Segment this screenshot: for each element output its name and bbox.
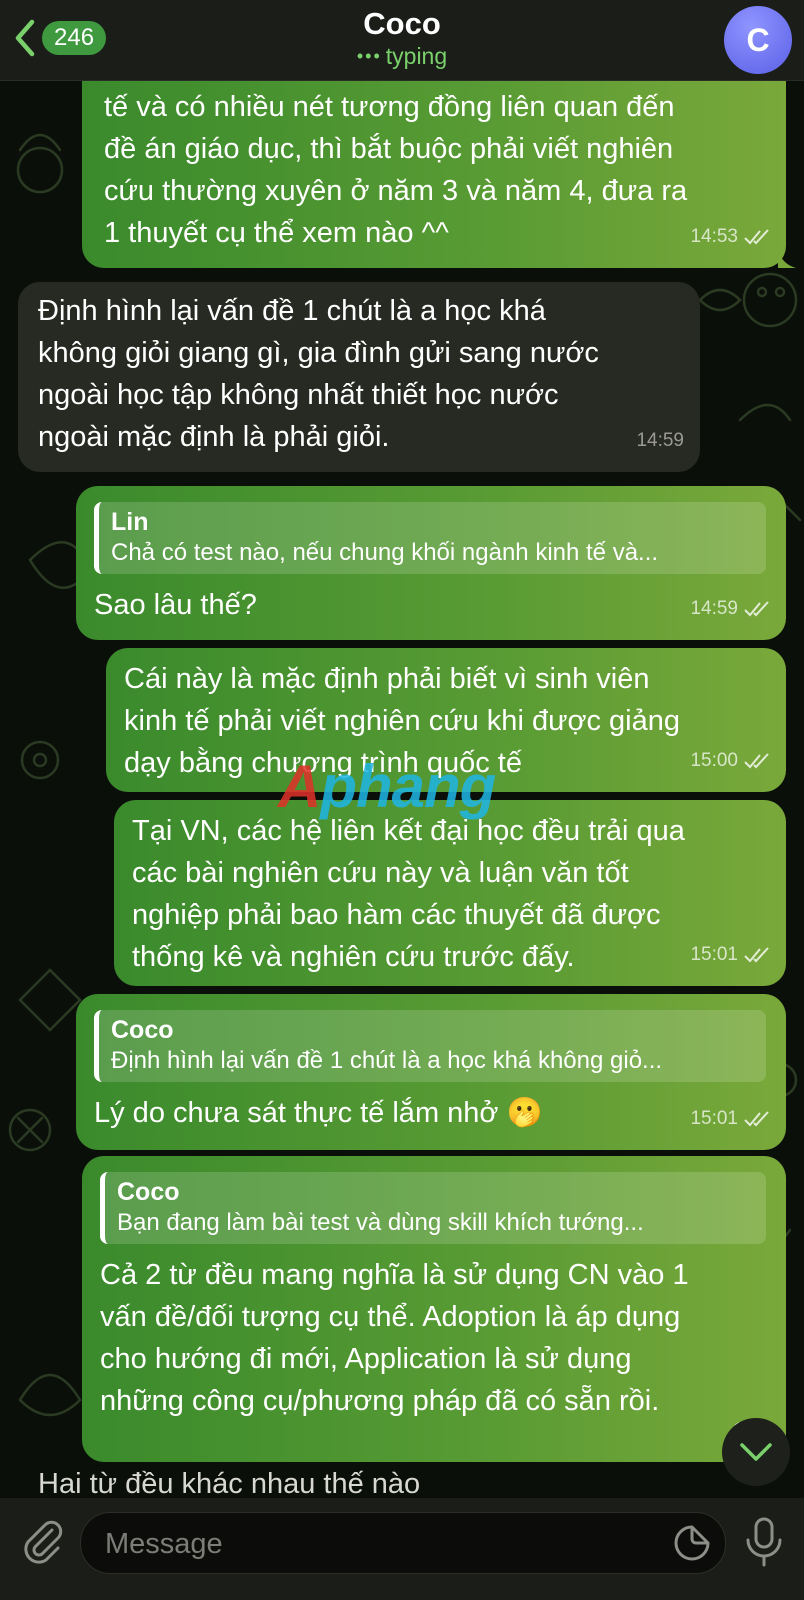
- reply-preview[interactable]: Coco Bạn đang làm bài test và dùng skill…: [100, 1172, 766, 1244]
- double-check-icon: [744, 753, 769, 769]
- reply-preview[interactable]: Coco Định hình lại vấn đề 1 chút là a họ…: [94, 1010, 766, 1082]
- double-check-icon: [744, 947, 769, 963]
- sticker-icon[interactable]: [673, 1524, 711, 1562]
- message-time: 14:53: [690, 226, 738, 247]
- typing-dots-icon: •••: [356, 46, 382, 66]
- message-bubble-incoming[interactable]: Định hình lại vấn đề 1 chút là a học khá…: [18, 282, 700, 472]
- message-bubble-outgoing-reply[interactable]: Coco Bạn đang làm bài test và dùng skill…: [82, 1156, 786, 1462]
- typing-status: ••• typing: [0, 42, 804, 70]
- avatar[interactable]: C: [724, 6, 792, 74]
- message-meta: 14:53: [690, 216, 770, 258]
- message-meta: 15:00: [690, 740, 770, 782]
- chat-title: Coco: [363, 6, 441, 41]
- reply-preview[interactable]: Lin Chả có test nào, nếu chung khối ngàn…: [94, 502, 766, 574]
- message-input[interactable]: [103, 1523, 647, 1565]
- message-bubble-outgoing[interactable]: Tại VN, các hệ liên kết đại học đều trải…: [114, 800, 786, 986]
- message-text: tế và có nhiều nét tương đồng liên quan …: [104, 91, 688, 249]
- message-meta: 15:01: [690, 934, 770, 976]
- message-time: 14:59: [636, 430, 684, 451]
- microphone-icon[interactable]: [742, 1516, 786, 1568]
- message-time: 15:01: [690, 944, 738, 965]
- double-check-icon: [744, 1111, 769, 1127]
- double-check-icon: [744, 229, 769, 245]
- message-text: Cả 2 từ đều mang nghĩa là sử dụng CN vào…: [100, 1259, 689, 1417]
- message-text: Định hình lại vấn đề 1 chút là a học khá…: [38, 295, 599, 453]
- message-text: Tại VN, các hệ liên kết đại học đều trải…: [132, 815, 685, 973]
- message-bubble-outgoing-reply[interactable]: Coco Định hình lại vấn đề 1 chút là a họ…: [76, 994, 786, 1150]
- scroll-down-button[interactable]: [722, 1418, 790, 1486]
- composer-bar: [0, 1498, 804, 1600]
- message-time: 15:00: [690, 750, 738, 771]
- watermark-logo: Aphang: [278, 752, 496, 821]
- chat-header: 246 Coco ••• typing C: [0, 0, 804, 81]
- chevron-down-icon: [740, 1443, 772, 1461]
- message-time: 14:59: [690, 598, 738, 619]
- reply-snippet: Chả có test nào, nếu chung khối ngành ki…: [111, 539, 659, 566]
- message-text: Sao lâu thế?: [94, 589, 257, 621]
- typing-status-text: typing: [385, 43, 448, 69]
- message-meta: 14:59: [636, 420, 684, 462]
- watermark-part-1: A: [278, 753, 321, 820]
- reply-author: Coco: [111, 1016, 174, 1044]
- message-input-box[interactable]: [80, 1512, 726, 1574]
- paperclip-icon[interactable]: [18, 1516, 66, 1564]
- partial-message-text: Hai từ đều khác nhau thế nào: [38, 1468, 421, 1498]
- double-check-icon: [744, 601, 769, 617]
- message-meta: 14:59: [690, 588, 770, 630]
- message-text: Lý do chưa sát thực tế lắm nhở 🫢: [94, 1097, 543, 1129]
- reply-author: Lin: [111, 508, 149, 536]
- reply-author: Coco: [117, 1178, 180, 1206]
- chat-title-area[interactable]: Coco ••• typing: [0, 6, 804, 70]
- message-bubble-outgoing-reply[interactable]: Lin Chả có test nào, nếu chung khối ngàn…: [76, 486, 786, 640]
- message-time: 15:01: [690, 1108, 738, 1129]
- reply-snippet: Bạn đang làm bài test và dùng skill khíc…: [117, 1209, 644, 1236]
- watermark-part-2: phang: [320, 753, 496, 820]
- reply-snippet: Định hình lại vấn đề 1 chút là a học khá…: [111, 1047, 663, 1074]
- message-meta: 15:01: [690, 1098, 770, 1140]
- bubble-tail: [778, 250, 796, 268]
